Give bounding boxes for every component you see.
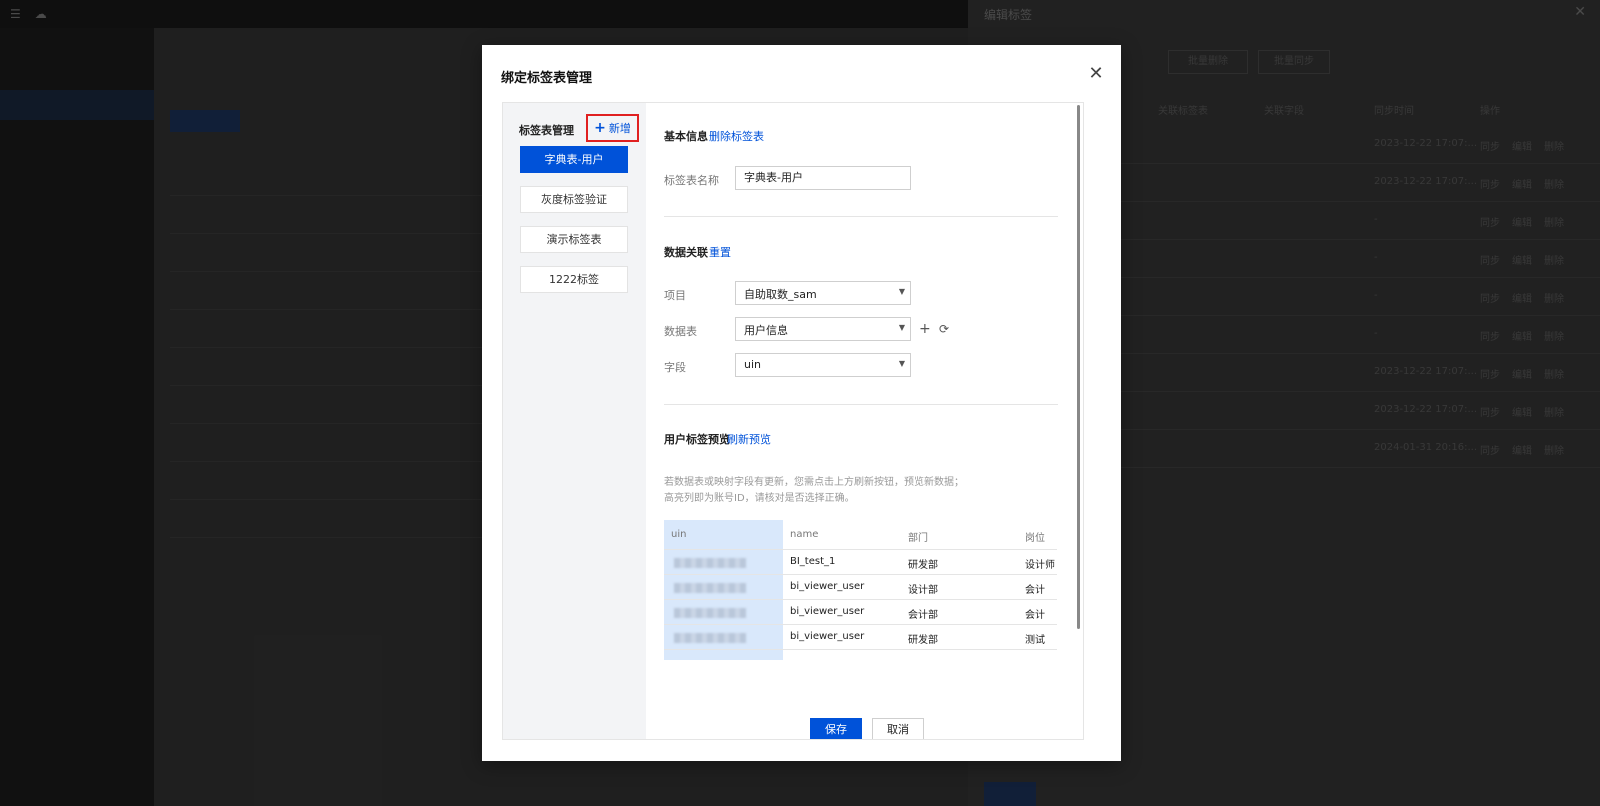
data-table-select[interactable]: 用户信息 ▼ xyxy=(735,317,911,341)
caret-down-icon: ▼ xyxy=(898,323,905,332)
scrollbar[interactable] xyxy=(1077,105,1080,629)
add-label: 新增 xyxy=(608,122,631,135)
table-row: BI_test_1 研发部 设计师 xyxy=(664,550,1057,575)
preview-hint: 若数据表或映射字段有更新，您需点击上方刷新按钮，预览新数据； 高亮列即为账号ID… xyxy=(664,477,964,504)
bind-tag-table-modal: 绑定标签表管理 ✕ 标签表管理 + 新增 字典表-用户 灰度标签验证 演示标签表… xyxy=(482,45,1121,761)
close-icon[interactable]: ✕ xyxy=(1085,63,1107,85)
tag-table-list-panel: 标签表管理 + 新增 字典表-用户 灰度标签验证 演示标签表 1222标签 xyxy=(503,103,646,739)
masked-uin xyxy=(674,583,746,593)
add-icon[interactable]: + xyxy=(919,322,931,336)
field-value: uin xyxy=(744,358,761,371)
tag-table-item[interactable]: 字典表-用户 xyxy=(520,146,628,173)
table-row: bi_viewer_user 会计部 会计 xyxy=(664,600,1057,625)
field-select[interactable]: uin ▼ xyxy=(735,353,911,377)
masked-uin xyxy=(674,633,746,643)
tag-table-list-title: 标签表管理 xyxy=(519,124,574,137)
preview-table: uin name 部门 岗位 BI_test_1 研发部 设计师 bi_view… xyxy=(664,520,1057,660)
project-label: 项目 xyxy=(664,289,686,302)
data-table-value: 用户信息 xyxy=(744,324,788,337)
cancel-button[interactable]: 取消 xyxy=(872,718,924,739)
tag-table-name-label: 标签表名称 xyxy=(664,174,719,187)
data-table-label: 数据表 xyxy=(664,325,697,338)
basic-info-title: 基本信息 xyxy=(664,130,708,143)
tag-table-name-input[interactable]: 字典表-用户 xyxy=(735,166,911,190)
field-label: 字段 xyxy=(664,361,686,374)
divider xyxy=(664,216,1058,217)
tag-table-item[interactable]: 1222标签 xyxy=(520,266,628,293)
caret-down-icon: ▼ xyxy=(898,287,905,296)
tag-table-detail-panel: 基本信息 删除标签表 标签表名称 字典表-用户 数据关联 重置 项目 自助取数_… xyxy=(646,103,1083,739)
refresh-icon[interactable]: ⟳ xyxy=(939,322,949,336)
masked-uin xyxy=(674,608,746,618)
user-tag-preview-title: 用户标签预览 xyxy=(664,433,730,446)
save-button[interactable]: 保存 xyxy=(810,718,862,739)
preview-table-header: uin name 部门 岗位 xyxy=(664,520,1057,550)
add-tag-table-button[interactable]: + 新增 xyxy=(586,114,639,142)
tag-table-item[interactable]: 灰度标签验证 xyxy=(520,186,628,213)
plus-icon: + xyxy=(594,120,606,136)
delete-tag-table-link[interactable]: 删除标签表 xyxy=(709,128,764,144)
modal-title: 绑定标签表管理 xyxy=(501,71,593,86)
table-row: bi_viewer_user 研发部 测试 xyxy=(664,625,1057,650)
reset-link[interactable]: 重置 xyxy=(709,244,731,260)
modal-content-frame: 标签表管理 + 新增 字典表-用户 灰度标签验证 演示标签表 1222标签 基本… xyxy=(502,102,1084,740)
project-select[interactable]: 自助取数_sam ▼ xyxy=(735,281,911,305)
project-value: 自助取数_sam xyxy=(744,288,817,301)
masked-uin xyxy=(674,558,746,568)
tag-table-item[interactable]: 演示标签表 xyxy=(520,226,628,253)
data-relation-title: 数据关联 xyxy=(664,246,708,259)
caret-down-icon: ▼ xyxy=(898,359,905,368)
divider xyxy=(664,404,1058,405)
refresh-preview-link[interactable]: 刷新预览 xyxy=(727,431,771,447)
table-row: bi_viewer_user 设计部 会计 xyxy=(664,575,1057,600)
